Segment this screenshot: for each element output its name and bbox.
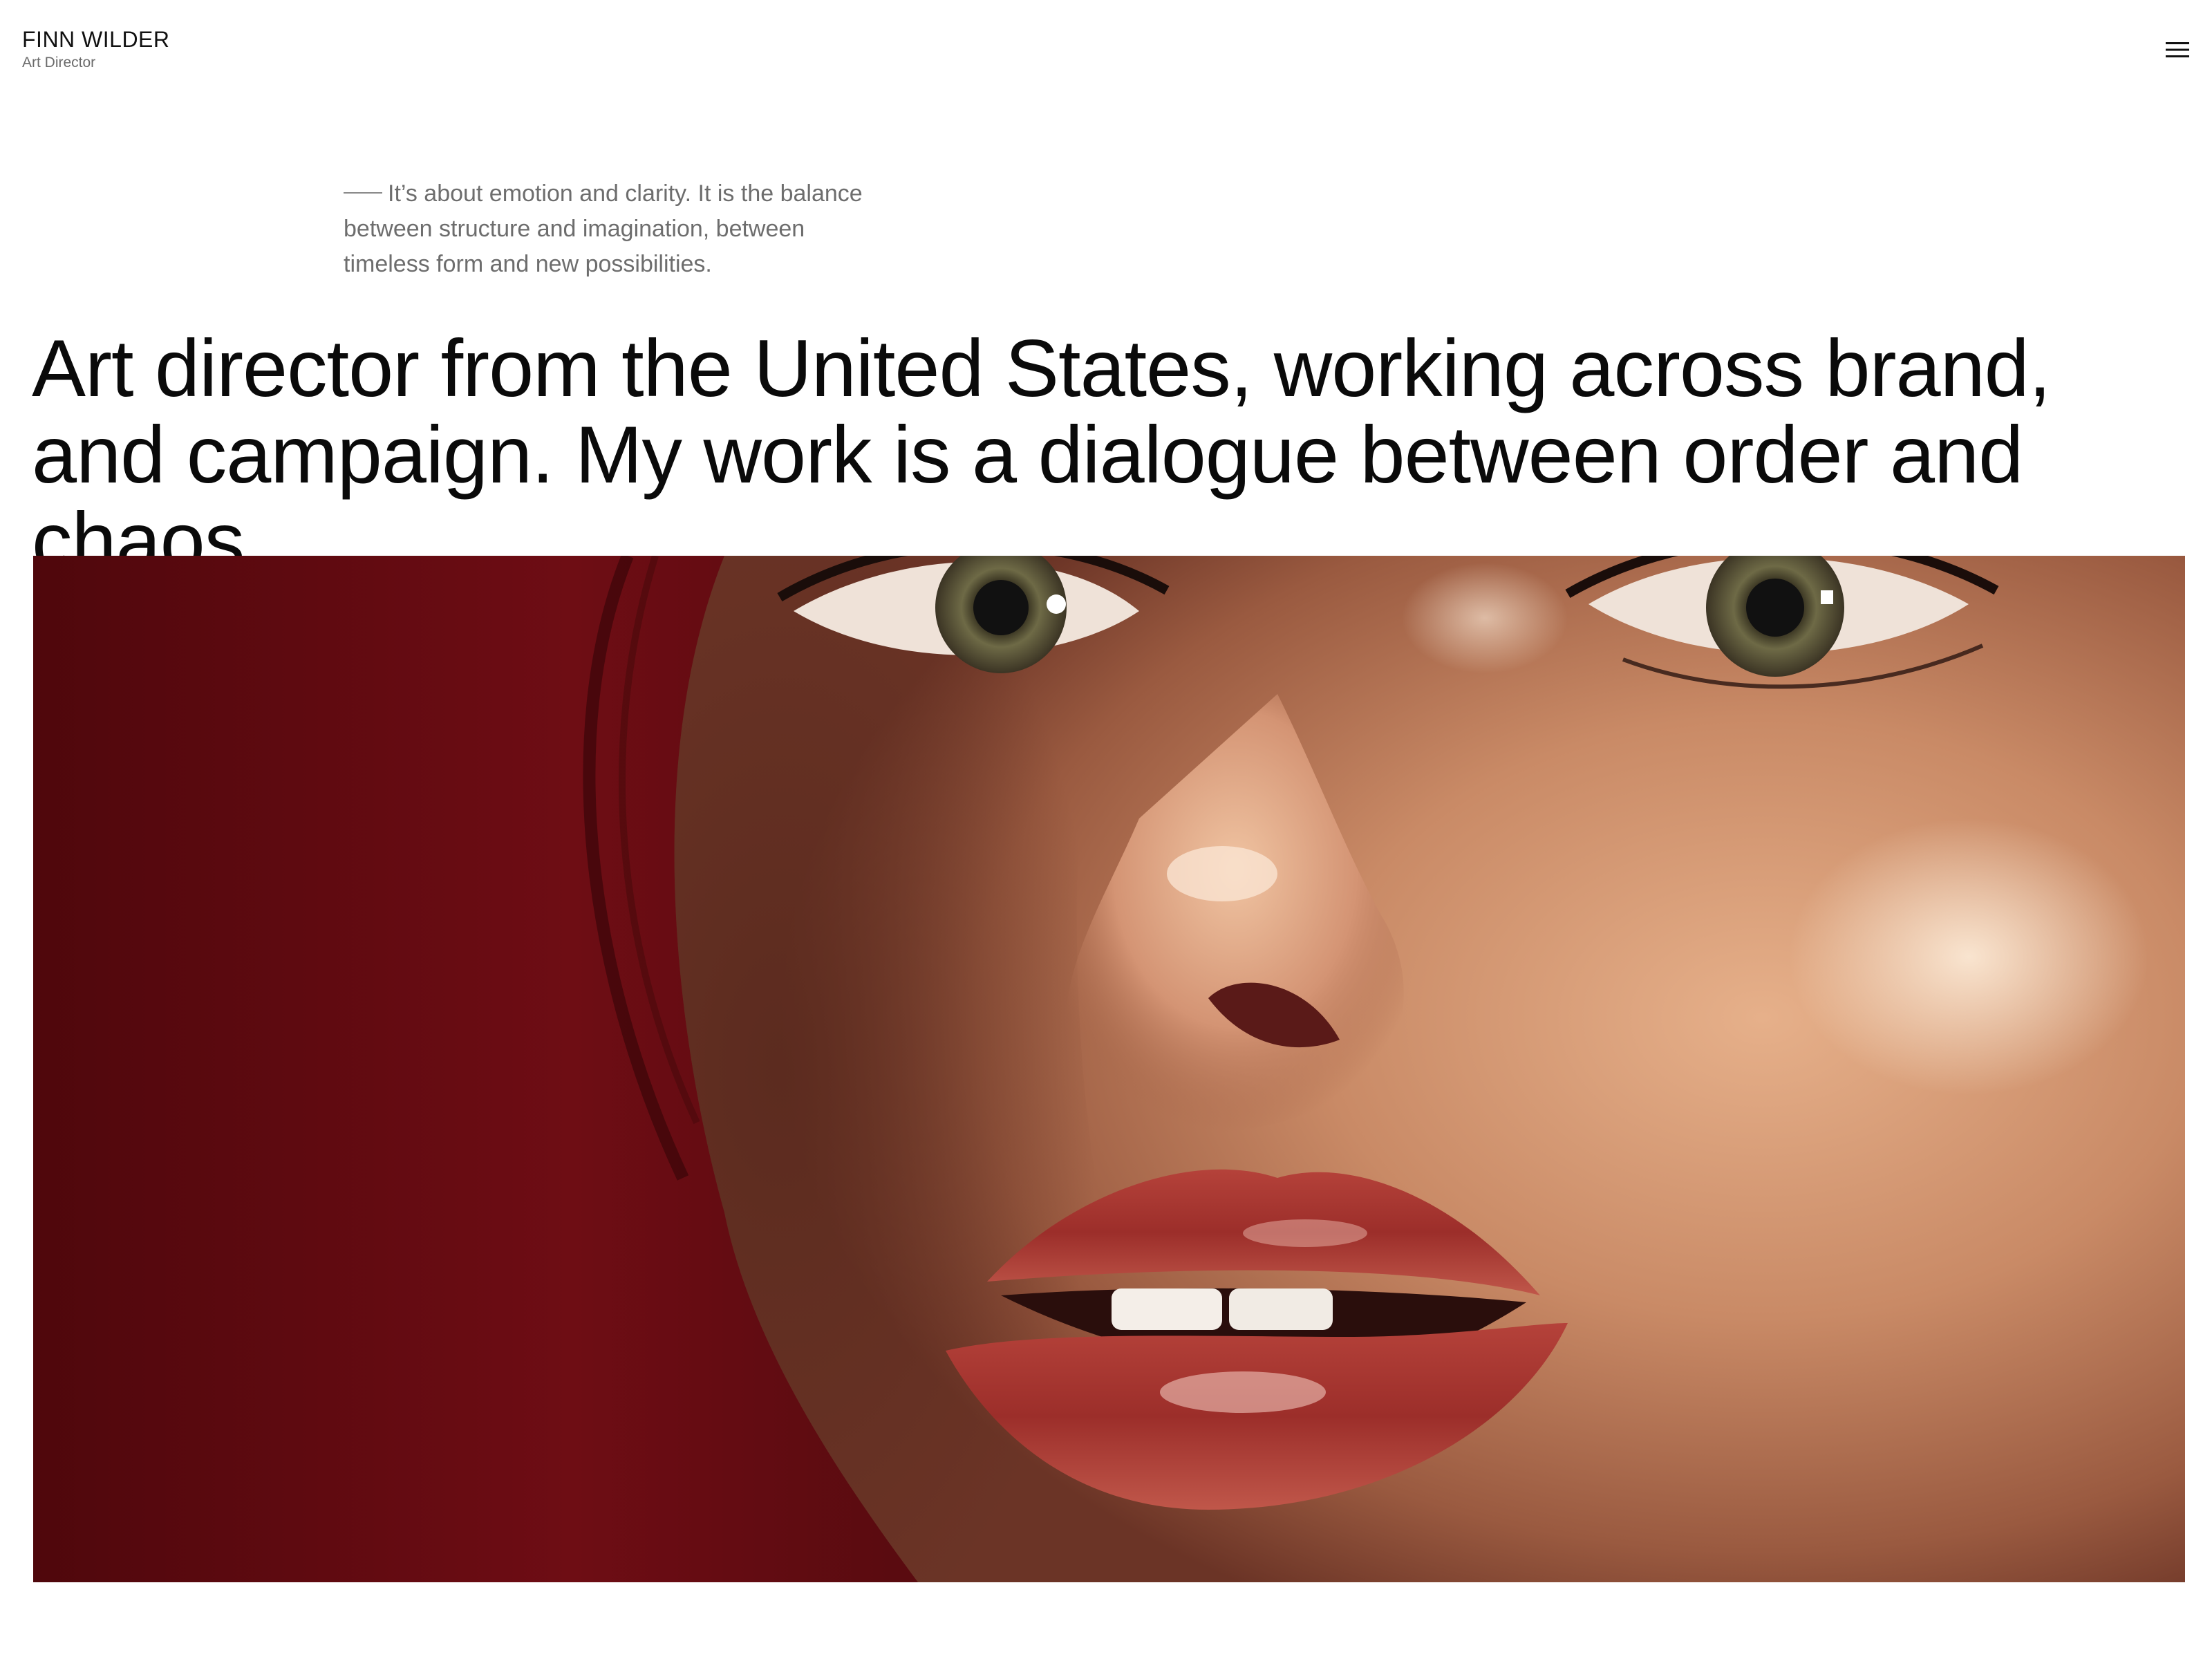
page-headline: Art director from the United States, wor… [32, 323, 2051, 586]
brand[interactable]: FINN WILDER Art Director [22, 26, 170, 72]
hero-image [33, 556, 2185, 1582]
page: FINN WILDER Art Director It’s about emot… [0, 0, 2212, 1659]
brand-name[interactable]: FINN WILDER [22, 26, 170, 53]
brand-role: Art Director [22, 55, 96, 71]
hamburger-menu-icon [2166, 42, 2189, 57]
hero-portrait-illustration [33, 556, 2185, 1582]
intro-statement: It’s about emotion and clarity. It is th… [344, 176, 869, 282]
menu-button[interactable] [2164, 36, 2191, 64]
intro-dash [344, 192, 382, 194]
intro-text: It’s about emotion and clarity. It is th… [344, 180, 863, 277]
